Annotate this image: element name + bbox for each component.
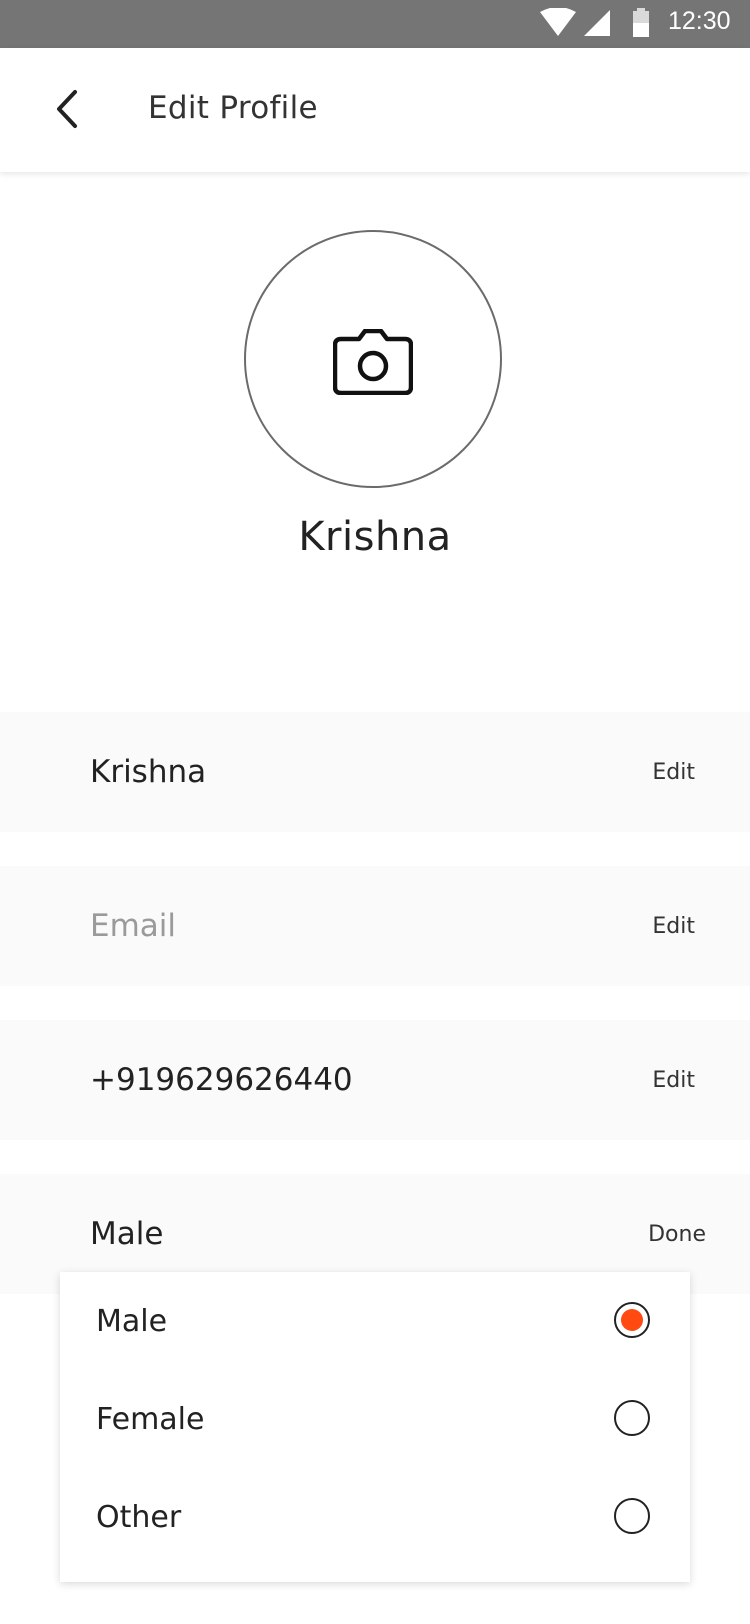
- battery-icon: [633, 8, 649, 37]
- email-field-row: Email Edit: [0, 866, 750, 986]
- name-field: Krishna: [90, 754, 207, 790]
- chevron-left-icon: [57, 90, 77, 128]
- gender-option-other[interactable]: Other: [60, 1468, 690, 1566]
- edit-name-button[interactable]: Edit: [652, 760, 695, 785]
- radio-male[interactable]: [614, 1302, 650, 1338]
- gender-option-label: Male: [96, 1304, 168, 1339]
- gender-field[interactable]: Male: [90, 1216, 163, 1252]
- gender-option-male[interactable]: Male: [60, 1272, 690, 1370]
- back-button[interactable]: [46, 86, 92, 132]
- gender-dropdown: Male Female Other: [60, 1272, 690, 1582]
- edit-phone-button[interactable]: Edit: [652, 1068, 695, 1093]
- page-title: Edit Profile: [148, 90, 318, 126]
- radio-female[interactable]: [614, 1400, 650, 1436]
- gender-done-button[interactable]: Done: [648, 1222, 706, 1247]
- email-field: Email: [90, 908, 177, 944]
- phone-field: +919629626440: [90, 1062, 353, 1098]
- wifi-icon: [540, 8, 576, 36]
- edit-email-button[interactable]: Edit: [652, 914, 695, 939]
- radio-other[interactable]: [614, 1498, 650, 1534]
- signal-icon: [584, 10, 610, 36]
- profile-name: Krishna: [298, 514, 452, 560]
- avatar-upload-button[interactable]: [244, 230, 502, 488]
- camera-icon: [333, 329, 413, 395]
- gender-option-label: Female: [96, 1402, 205, 1437]
- app-bar: Edit Profile: [0, 48, 750, 172]
- status-time: 12:30: [668, 7, 731, 35]
- name-field-row: Krishna Edit: [0, 712, 750, 832]
- gender-option-female[interactable]: Female: [60, 1370, 690, 1468]
- status-bar: 12:30: [0, 0, 750, 48]
- phone-field-row: +919629626440 Edit: [0, 1020, 750, 1140]
- gender-option-label: Other: [96, 1500, 182, 1535]
